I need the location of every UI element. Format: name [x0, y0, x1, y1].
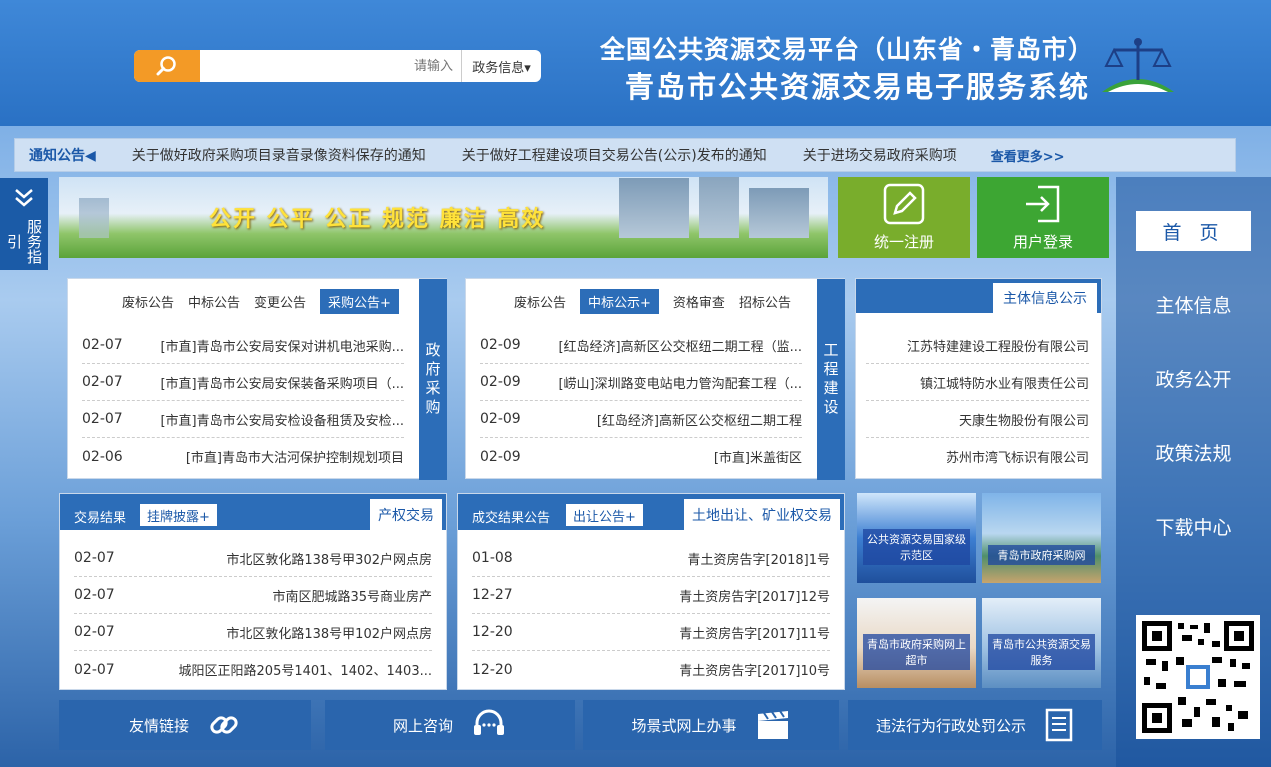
friendly-links-button[interactable]: 友情链接 [59, 700, 311, 750]
land-panel: 成交结果公告 出让公告+ 土地出让、矿业权交易 01-08 青土资房告字[2018… [457, 493, 845, 690]
list-item[interactable]: 02-07 市北区敦化路138号甲102户网点房 [74, 614, 432, 651]
land-sale-tab[interactable]: 出让公告+ [566, 504, 643, 526]
login-tile[interactable]: 用户登录 [977, 177, 1109, 258]
clapperboard-icon [757, 710, 788, 739]
engineering-label: 工程建设 [817, 279, 845, 480]
tab-abandoned[interactable]: 废标公告 [514, 292, 566, 311]
gov-purchase-label: 政府采购 [419, 279, 447, 480]
land-title[interactable]: 土地出让、矿业权交易 [684, 499, 840, 530]
list-item[interactable]: 02-07 市北区敦化路138号甲302户网点房 [74, 540, 432, 577]
building-graphic [699, 177, 739, 238]
photo-label: 青岛市公共资源交易服务 [988, 634, 1095, 670]
notice-bar: 通知公告◀ 关于做好政府采购项目录音录像资料保存的通知 关于做好工程建设项目交易… [14, 138, 1236, 172]
tab-purchase-notice[interactable]: 采购公告+ [320, 289, 399, 314]
tab-qualification[interactable]: 资格审查 [673, 292, 725, 311]
tab-award-publicity[interactable]: 中标公示+ [580, 289, 659, 314]
building-graphic [749, 188, 809, 238]
photo-label: 青岛市政府采购网 [988, 545, 1095, 565]
tab-change[interactable]: 变更公告 [254, 292, 306, 311]
search-icon [156, 56, 176, 76]
property-panel: 交易结果 挂牌披露+ 产权交易 02-07 市北区敦化路138号甲302户网点房 … [59, 493, 447, 690]
login-arrow-icon [1026, 185, 1060, 223]
building-graphic [79, 198, 109, 238]
penalty-publicity-label: 违法行为行政处罚公示 [875, 716, 1026, 735]
tab-tender-notice[interactable]: 招标公告 [739, 292, 791, 311]
notice-item[interactable]: 关于做好政府采购项目录音录像资料保存的通知 [132, 145, 426, 165]
slogan-banner: 公开 公平 公正 规范 廉洁 高效 [59, 177, 828, 258]
nav-downloads[interactable]: 下载中心 [1116, 513, 1271, 540]
building-graphic [619, 178, 689, 238]
banner-slogan: 公开 公平 公正 规范 廉洁 高效 [209, 207, 546, 232]
photo-online-mall[interactable]: 青岛市政府采购网上超市 [857, 598, 976, 688]
gov-purchase-tabs: 废标公告 中标公告 变更公告 采购公告+ [108, 289, 399, 314]
list-item[interactable]: 02-07 城阳区正阳路205号1401、1402、1403... [74, 651, 432, 688]
headset-icon [474, 709, 504, 735]
list-item[interactable]: 镇江城特防水业有限责任公司 [866, 364, 1089, 401]
list-item[interactable]: 02-09 [红岛经济]高新区公交枢纽二期工程 [480, 401, 802, 438]
double-chevron-down-icon [15, 189, 33, 207]
list-item[interactable]: 12-20 青土资房告字[2017]10号 [472, 651, 830, 688]
service-guide-label: 服务指引 [5, 218, 43, 264]
property-result-link[interactable]: 交易结果 [74, 507, 126, 526]
entity-notice-panel: 主体信息公示 江苏特建建设工程股份有限公司 镇江城特防水业有限责任公司 天康生物… [855, 278, 1102, 479]
list-item[interactable]: 01-08 青土资房告字[2018]1号 [472, 540, 830, 577]
list-item[interactable]: 02-09 [崂山]深圳路变电站电力管沟配套工程（... [480, 364, 802, 401]
land-result-link[interactable]: 成交结果公告 [472, 507, 550, 526]
qr-code [1136, 615, 1260, 739]
list-item[interactable]: 02-09 [市直]米盖街区 [480, 438, 802, 475]
login-label: 用户登录 [1012, 233, 1073, 251]
list-item[interactable]: 02-09 [红岛经济]高新区公交枢纽二期工程（监... [480, 327, 802, 364]
search-button[interactable] [134, 50, 200, 82]
notice-more-link[interactable]: 查看更多>> [991, 146, 1065, 165]
register-label: 统一注册 [873, 233, 934, 251]
edit-pen-icon [883, 183, 925, 225]
register-tile[interactable]: 统一注册 [838, 177, 970, 258]
online-service-label: 场景式网上办事 [631, 716, 737, 735]
tab-abandoned[interactable]: 废标公告 [122, 292, 174, 311]
friendly-links-label: 友情链接 [128, 716, 189, 735]
notice-label: 通知公告◀ [29, 148, 96, 164]
photo-label: 公共资源交易国家级示范区 [863, 529, 970, 565]
online-service-button[interactable]: 场景式网上办事 [583, 700, 839, 750]
property-title[interactable]: 产权交易 [370, 499, 442, 530]
list-item[interactable]: 苏州市湾飞标识有限公司 [866, 438, 1089, 475]
online-consult-label: 网上咨询 [392, 716, 453, 735]
nav-entity-info[interactable]: 主体信息 [1116, 291, 1271, 318]
notice-item[interactable]: 关于做好工程建设项目交易公告(公示)发布的通知 [462, 145, 767, 165]
nav-home[interactable]: 首 页 [1136, 211, 1251, 251]
photo-gov-purchase-site[interactable]: 青岛市政府采购网 [982, 493, 1101, 583]
engineering-tabs: 废标公告 中标公示+ 资格审查 招标公告 [500, 289, 791, 314]
search-input[interactable] [200, 50, 461, 82]
search-category-select[interactable]: 政务信息▾ [461, 50, 541, 82]
nav-gov-affairs[interactable]: 政务公开 [1116, 365, 1271, 392]
list-item[interactable]: 02-07 [市直]青岛市公安局安保装备采购项目（... [82, 364, 404, 401]
list-item[interactable]: 02-07 [市直]青岛市公安局安检设备租赁及安检... [82, 401, 404, 438]
photo-demo-zone[interactable]: 公共资源交易国家级示范区 [857, 493, 976, 583]
penalty-publicity-button[interactable]: 违法行为行政处罚公示 [848, 700, 1102, 750]
online-consult-button[interactable]: 网上咨询 [325, 700, 575, 750]
chain-link-icon [210, 716, 238, 734]
notice-item[interactable]: 关于进场交易政府采购项 [803, 145, 957, 165]
list-item[interactable]: 02-06 [市直]青岛市大沽河保护控制规划项目 [82, 438, 404, 475]
list-item[interactable]: 12-20 青土资房告字[2017]11号 [472, 614, 830, 651]
list-item[interactable]: 江苏特建建设工程股份有限公司 [866, 327, 1089, 364]
list-item[interactable]: 02-07 [市直]青岛市公安局安保对讲机电池采购... [82, 327, 404, 364]
scales-logo-icon [1098, 36, 1178, 94]
entity-notice-title[interactable]: 主体信息公示 [993, 283, 1097, 313]
photo-trading-service[interactable]: 青岛市公共资源交易服务 [982, 598, 1101, 688]
property-listing-tab[interactable]: 挂牌披露+ [140, 504, 217, 526]
platform-title: 全国公共资源交易平台（山东省・青岛市） [600, 35, 1095, 64]
engineering-panel: 废标公告 中标公示+ 资格审查 招标公告 工程建设 02-09 [红岛经济]高新区… [465, 278, 845, 480]
gov-purchase-panel: 废标公告 中标公告 变更公告 采购公告+ 政府采购 02-07 [市直]青岛市公安… [67, 278, 447, 480]
nav-policies[interactable]: 政策法规 [1116, 439, 1271, 466]
service-guide-button[interactable]: 服务指引 [0, 178, 48, 270]
list-item[interactable]: 12-27 青土资房告字[2017]12号 [472, 577, 830, 614]
list-item[interactable]: 02-07 市南区肥城路35号商业房产 [74, 577, 432, 614]
tab-award[interactable]: 中标公告 [188, 292, 240, 311]
list-item[interactable]: 天康生物股份有限公司 [866, 401, 1089, 438]
photo-label: 青岛市政府采购网上超市 [863, 634, 970, 670]
system-title: 青岛市公共资源交易电子服务系统 [624, 70, 1090, 104]
search-box: 政务信息▾ [134, 50, 541, 82]
document-list-icon [1045, 708, 1073, 742]
